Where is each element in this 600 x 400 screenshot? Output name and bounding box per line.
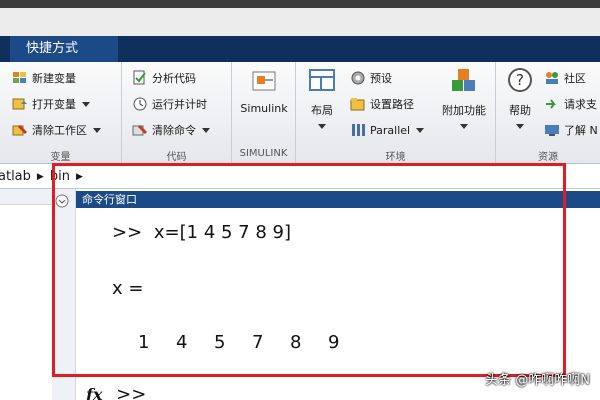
- community-label: 社区: [564, 72, 586, 85]
- clear-workspace-icon: [12, 125, 27, 136]
- prompt: >>: [112, 222, 143, 243]
- active-prompt-line[interactable]: fx >>: [86, 384, 146, 400]
- addons-icon: [452, 69, 475, 91]
- current-folder-header: [0, 189, 52, 205]
- layout-label: 布局: [311, 104, 333, 117]
- community-icon: [546, 72, 558, 84]
- open-variable-button[interactable]: 打开变量: [12, 94, 90, 114]
- variable-group-label: 变量: [50, 152, 71, 163]
- parallel-label: Parallel: [370, 123, 411, 137]
- svg-text:?: ?: [516, 71, 524, 89]
- path-separator-icon: ▶: [36, 171, 44, 182]
- simulink-label: Simulink: [240, 102, 288, 115]
- chevron-down-icon: [460, 124, 468, 129]
- clear-commands-icon: [132, 125, 147, 136]
- new-variable-label: 新建变量: [32, 72, 76, 85]
- watermark: 头条 @咋啊咋啊N: [485, 373, 590, 388]
- chevron-down-icon: [516, 124, 524, 129]
- resources-group-label: 资源: [538, 152, 558, 163]
- parallel-button[interactable]: Parallel: [350, 120, 425, 140]
- command-window-title: 命令行窗口: [76, 191, 600, 208]
- command-line: >> x=[1 4 5 7 8 9]: [112, 222, 291, 243]
- current-folder-panel: [0, 189, 52, 400]
- current-folder-bar: atlab ▶ bin ▶: [0, 165, 600, 189]
- set-path-icon: [350, 98, 365, 111]
- new-variable-icon: [13, 72, 26, 83]
- output-variable: x =: [112, 278, 144, 299]
- output-value: 9: [328, 332, 340, 353]
- clear-commands-label: 清除命令: [152, 124, 196, 137]
- output-value: 1: [138, 332, 150, 353]
- community-button[interactable]: 社区: [544, 68, 586, 88]
- path-segment[interactable]: bin: [50, 169, 70, 184]
- run-and-time-button[interactable]: 运行并计时: [132, 94, 207, 114]
- analyze-code-icon: [133, 70, 146, 85]
- chevron-down-icon: [318, 124, 326, 129]
- variable-group: 新建变量 打开变量 清除工作区 变量: [0, 62, 122, 164]
- fx-icon[interactable]: fx: [86, 385, 102, 400]
- open-variable-icon: [12, 98, 27, 110]
- help-icon: ?: [508, 68, 532, 92]
- chevron-down-icon: [202, 127, 210, 133]
- chevron-down-icon: [82, 101, 90, 107]
- request-support-icon: [546, 99, 556, 109]
- chevron-down-icon: [416, 127, 425, 133]
- help-button[interactable]: ? 帮助: [502, 66, 538, 146]
- layout-button[interactable]: 布局: [302, 66, 342, 146]
- simulink-group-label: SIMULINK: [239, 148, 288, 159]
- help-label: 帮助: [509, 104, 531, 117]
- path-segment[interactable]: atlab: [0, 169, 31, 184]
- run-and-time-label: 运行并计时: [152, 98, 207, 111]
- request-support-label: 请求支: [564, 98, 597, 111]
- preferences-label: 预设: [370, 72, 392, 85]
- preferences-button[interactable]: 预设: [350, 68, 392, 88]
- code-group: 分析代码 运行并计时 清除命令 代码: [122, 62, 232, 164]
- clear-workspace-button[interactable]: 清除工作区: [12, 120, 101, 140]
- learn-icon: [545, 125, 559, 136]
- path-separator-icon: ▶: [75, 171, 83, 182]
- command-window-gutter: [52, 189, 76, 400]
- output-value: 8: [290, 332, 302, 353]
- simulink-group: Simulink SIMULINK: [232, 62, 296, 164]
- output-values: 1 4 5 7 8 9: [138, 332, 366, 353]
- clear-commands-button[interactable]: 清除命令: [132, 120, 210, 140]
- set-path-label: 设置路径: [370, 98, 414, 111]
- addons-label: 附加功能: [442, 104, 486, 117]
- ribbon: 新建变量 打开变量 清除工作区 变量 分析代码 运行并计时 清除命令 代码 Si…: [0, 62, 600, 164]
- analyze-code-button[interactable]: 分析代码: [132, 68, 196, 88]
- environment-group-label: 环境: [385, 152, 406, 163]
- learn-label: 了解 N: [564, 124, 598, 137]
- output-value: 4: [176, 332, 188, 353]
- addons-button[interactable]: 附加功能: [436, 66, 492, 146]
- output-value: 7: [252, 332, 264, 353]
- clear-workspace-label: 清除工作区: [32, 124, 87, 137]
- code-group-label: 代码: [166, 152, 187, 163]
- parallel-icon: [352, 124, 365, 136]
- set-path-button[interactable]: 设置路径: [350, 94, 414, 114]
- resources-group: ? 帮助 社区 请求支 了解 N 资源: [496, 62, 600, 164]
- tab-strip: [0, 8, 600, 36]
- command-text: x=[1 4 5 7 8 9]: [153, 222, 292, 243]
- request-support-button[interactable]: 请求支: [544, 94, 597, 114]
- run-time-icon: [133, 97, 147, 111]
- learn-button[interactable]: 了解 N: [544, 120, 598, 140]
- output-value: 5: [214, 332, 226, 353]
- tab-shortcuts[interactable]: 快捷方式: [10, 36, 118, 62]
- preferences-icon: [351, 71, 365, 85]
- prompt: >>: [116, 384, 147, 400]
- environment-group: 布局 预设 设置路径 Parallel 附加功能 环境: [296, 62, 496, 164]
- layout-icon: [309, 69, 335, 91]
- simulink-button[interactable]: Simulink: [238, 66, 290, 146]
- analyze-code-label: 分析代码: [152, 72, 196, 85]
- top-bar: [0, 0, 600, 8]
- collapse-icon[interactable]: [55, 194, 69, 208]
- new-variable-button[interactable]: 新建变量: [12, 68, 76, 88]
- chevron-down-icon: [93, 127, 101, 133]
- simulink-icon: [252, 71, 276, 91]
- open-variable-label: 打开变量: [32, 98, 76, 111]
